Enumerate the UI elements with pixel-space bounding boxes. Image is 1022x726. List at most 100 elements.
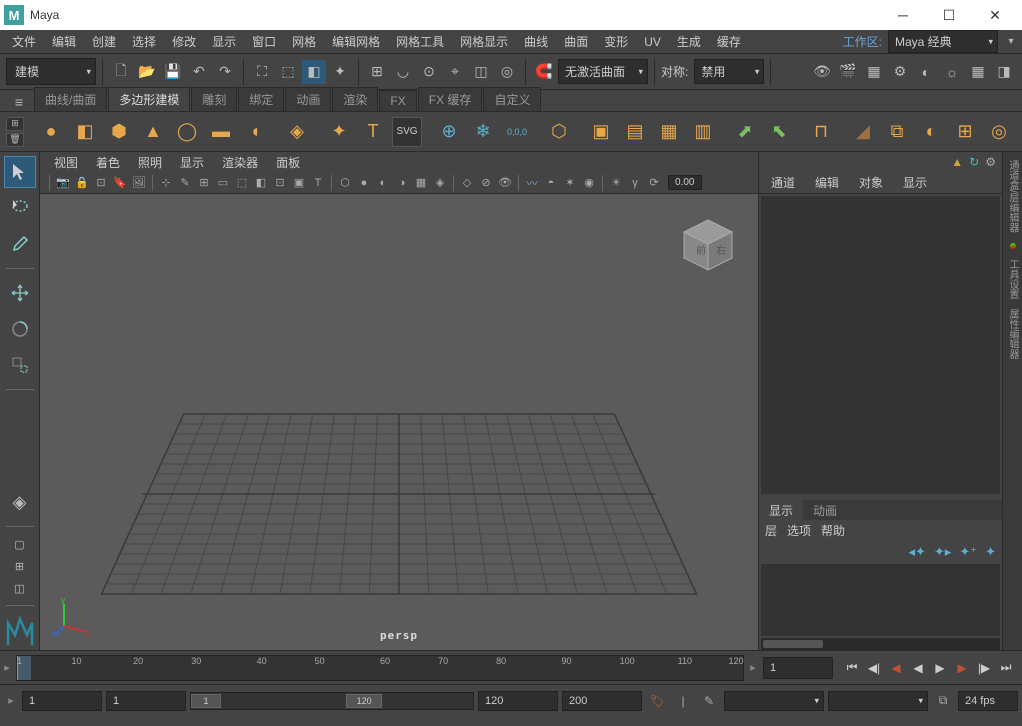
vp-dof-icon[interactable]: ◉ [580, 174, 598, 192]
timeline-collapse-icon[interactable]: ▸ [0, 653, 14, 683]
render-view-icon[interactable]: 👁 [810, 60, 834, 84]
vp-grid-icon[interactable]: ⊞ [195, 174, 213, 192]
layer-new-selected-icon[interactable]: ✦ [985, 544, 996, 560]
rotate-tool[interactable] [4, 313, 36, 345]
snap-grid-icon[interactable]: ⊞ [365, 60, 389, 84]
vp-2d-pan-icon[interactable]: ⊹ [157, 174, 175, 192]
playback-start-field[interactable]: 1 [106, 691, 186, 711]
select-highlight-icon[interactable]: ✦ [328, 60, 352, 84]
workspace-selector[interactable]: Maya 经典 ▾ [888, 30, 998, 53]
vp-field-chart-icon[interactable]: ⊡ [271, 174, 289, 192]
two-pane-layout[interactable]: ◫ [4, 579, 36, 597]
vp-ao-icon[interactable]: ◓ [542, 174, 560, 192]
outliner-toggle[interactable]: ◈ [4, 486, 36, 518]
single-pane-layout[interactable]: ▢ [4, 535, 36, 553]
shelf-tab-sculpt[interactable]: 雕刻 [191, 87, 237, 111]
select-tool[interactable] [4, 156, 36, 188]
shelf-edit-icon[interactable]: ⊞ [6, 117, 24, 131]
menu-mesh[interactable]: 网格 [284, 30, 324, 53]
svg-import-icon[interactable]: SVG [392, 117, 422, 147]
toggle-panel-icon[interactable]: ◨ [992, 60, 1016, 84]
poly-cone-icon[interactable]: ▲ [138, 117, 168, 147]
vp-exposure-icon[interactable]: ☀ [607, 174, 625, 192]
poly-cube-icon[interactable]: ◧ [70, 117, 100, 147]
side-tab-channelbox[interactable]: 通道盒/层编辑器 [1005, 156, 1020, 237]
char-set-dropdown[interactable]: ▾ [828, 691, 928, 711]
boolean-union-icon[interactable]: ▣ [586, 117, 616, 147]
range-track[interactable]: 1 120 [190, 692, 474, 710]
vp-smooth-shade-icon[interactable]: ● [355, 174, 373, 192]
shelf-tab-rig[interactable]: 绑定 [238, 87, 284, 111]
step-back-icon[interactable]: ◀| [864, 658, 884, 678]
ipr-render-icon[interactable]: ▦ [862, 60, 886, 84]
reset-icon[interactable]: ↻ [969, 155, 979, 169]
snap-projected-icon[interactable]: ⌖ [443, 60, 467, 84]
side-tab-toolsettings[interactable]: 工具设置 [1005, 255, 1020, 303]
channel-tab-edit[interactable]: 编辑 [807, 171, 847, 194]
snap-plane-icon[interactable]: ◫ [469, 60, 493, 84]
menu-generate[interactable]: 生成 [669, 30, 709, 53]
menu-edit[interactable]: 编辑 [44, 30, 84, 53]
menu-create[interactable]: 创建 [84, 30, 124, 53]
scrollbar-thumb[interactable] [763, 640, 823, 648]
vp-shadows-icon[interactable]: ◑ [393, 174, 411, 192]
fps-field[interactable]: 24 fps [958, 691, 1018, 711]
move-tool[interactable] [4, 277, 36, 309]
combine-icon[interactable]: ⬡ [544, 117, 574, 147]
symmetry-selector[interactable]: 禁用 ▾ [694, 59, 764, 84]
boolean-diff-icon[interactable]: ▤ [620, 117, 650, 147]
layer-menu-options[interactable]: 选项 [787, 522, 811, 539]
manip-icon[interactable]: ▲ [951, 155, 963, 169]
snap-point-icon[interactable]: ⊙ [417, 60, 441, 84]
anim-end-field[interactable]: 200 [562, 691, 642, 711]
vp-menu-shading[interactable]: 着色 [88, 152, 128, 173]
scale-tool[interactable] [4, 349, 36, 381]
layer-new-empty-icon[interactable]: ✦⁺ [959, 544, 977, 560]
maximize-button[interactable]: ☐ [926, 0, 972, 30]
vp-menu-view[interactable]: 视图 [46, 152, 86, 173]
set-key-icon[interactable]: 🏷 [646, 691, 668, 711]
make-live-icon[interactable]: 🧲 [532, 60, 556, 84]
layer-tab-display[interactable]: 显示 [759, 499, 803, 522]
next-key-icon[interactable]: ▶ [952, 658, 972, 678]
shelf-tab-custom[interactable]: 自定义 [483, 87, 541, 111]
vp-image-plane-icon[interactable]: 🖼 [130, 174, 148, 192]
new-scene-icon[interactable]: 🗋 [109, 60, 133, 84]
menu-surfaces[interactable]: 曲面 [556, 30, 596, 53]
layer-menu-help[interactable]: 帮助 [821, 522, 845, 539]
vp-wireframe-icon[interactable]: ⬡ [336, 174, 354, 192]
go-end-icon[interactable]: ⏭ [996, 658, 1016, 678]
vp-wire-on-shade-icon[interactable]: ◈ [431, 174, 449, 192]
playback-end-field[interactable]: 120 [478, 691, 558, 711]
vp-vtransform-icon[interactable]: ⟳ [645, 174, 663, 192]
vp-lock-camera-icon[interactable]: 🔒 [73, 174, 91, 192]
menu-display[interactable]: 显示 [204, 30, 244, 53]
bridge-icon[interactable]: ⊓ [806, 117, 836, 147]
mirror-icon[interactable]: ⧉ [882, 117, 912, 147]
reset-transform-icon[interactable]: 0,0,0 [502, 117, 532, 147]
layer-scrollbar[interactable] [761, 638, 1000, 650]
range-collapse-icon[interactable]: ▸ [4, 686, 18, 716]
anim-start-field[interactable]: 1 [22, 691, 102, 711]
shelf-tab-render[interactable]: 渲染 [332, 87, 378, 111]
pivot-icon[interactable]: ⊕ [434, 117, 464, 147]
four-pane-layout[interactable]: ⊞ [4, 557, 36, 575]
menu-uv[interactable]: UV [636, 32, 669, 52]
vp-resolution-gate-icon[interactable]: ⬚ [233, 174, 251, 192]
crease-icon[interactable]: ◎ [984, 117, 1014, 147]
layer-move-up-icon[interactable]: ◂✦ [908, 544, 925, 560]
separate-icon[interactable]: ▥ [688, 117, 718, 147]
poly-disc-icon[interactable]: ◖ [240, 117, 270, 147]
time-ruler[interactable]: 1 10 20 30 40 50 60 70 80 90 100 110 120 [16, 655, 744, 681]
vp-menu-renderer[interactable]: 渲染器 [214, 152, 266, 173]
menu-window[interactable]: 窗口 [244, 30, 284, 53]
shelf-menu-icon[interactable]: ≡ [10, 93, 28, 111]
shelf-tab-fxcache[interactable]: FX 缓存 [418, 87, 483, 111]
hypershade-icon[interactable]: ◐ [914, 60, 938, 84]
menu-edit-mesh[interactable]: 编辑网格 [324, 30, 388, 53]
select-by-component-icon[interactable]: ◧ [302, 60, 326, 84]
vp-motion-trail-icon[interactable]: 〰 [523, 174, 541, 192]
vp-xray-joints-icon[interactable]: ⊘ [477, 174, 495, 192]
freeze-transform-icon[interactable]: ❄ [468, 117, 498, 147]
open-scene-icon[interactable]: 📂 [135, 60, 159, 84]
